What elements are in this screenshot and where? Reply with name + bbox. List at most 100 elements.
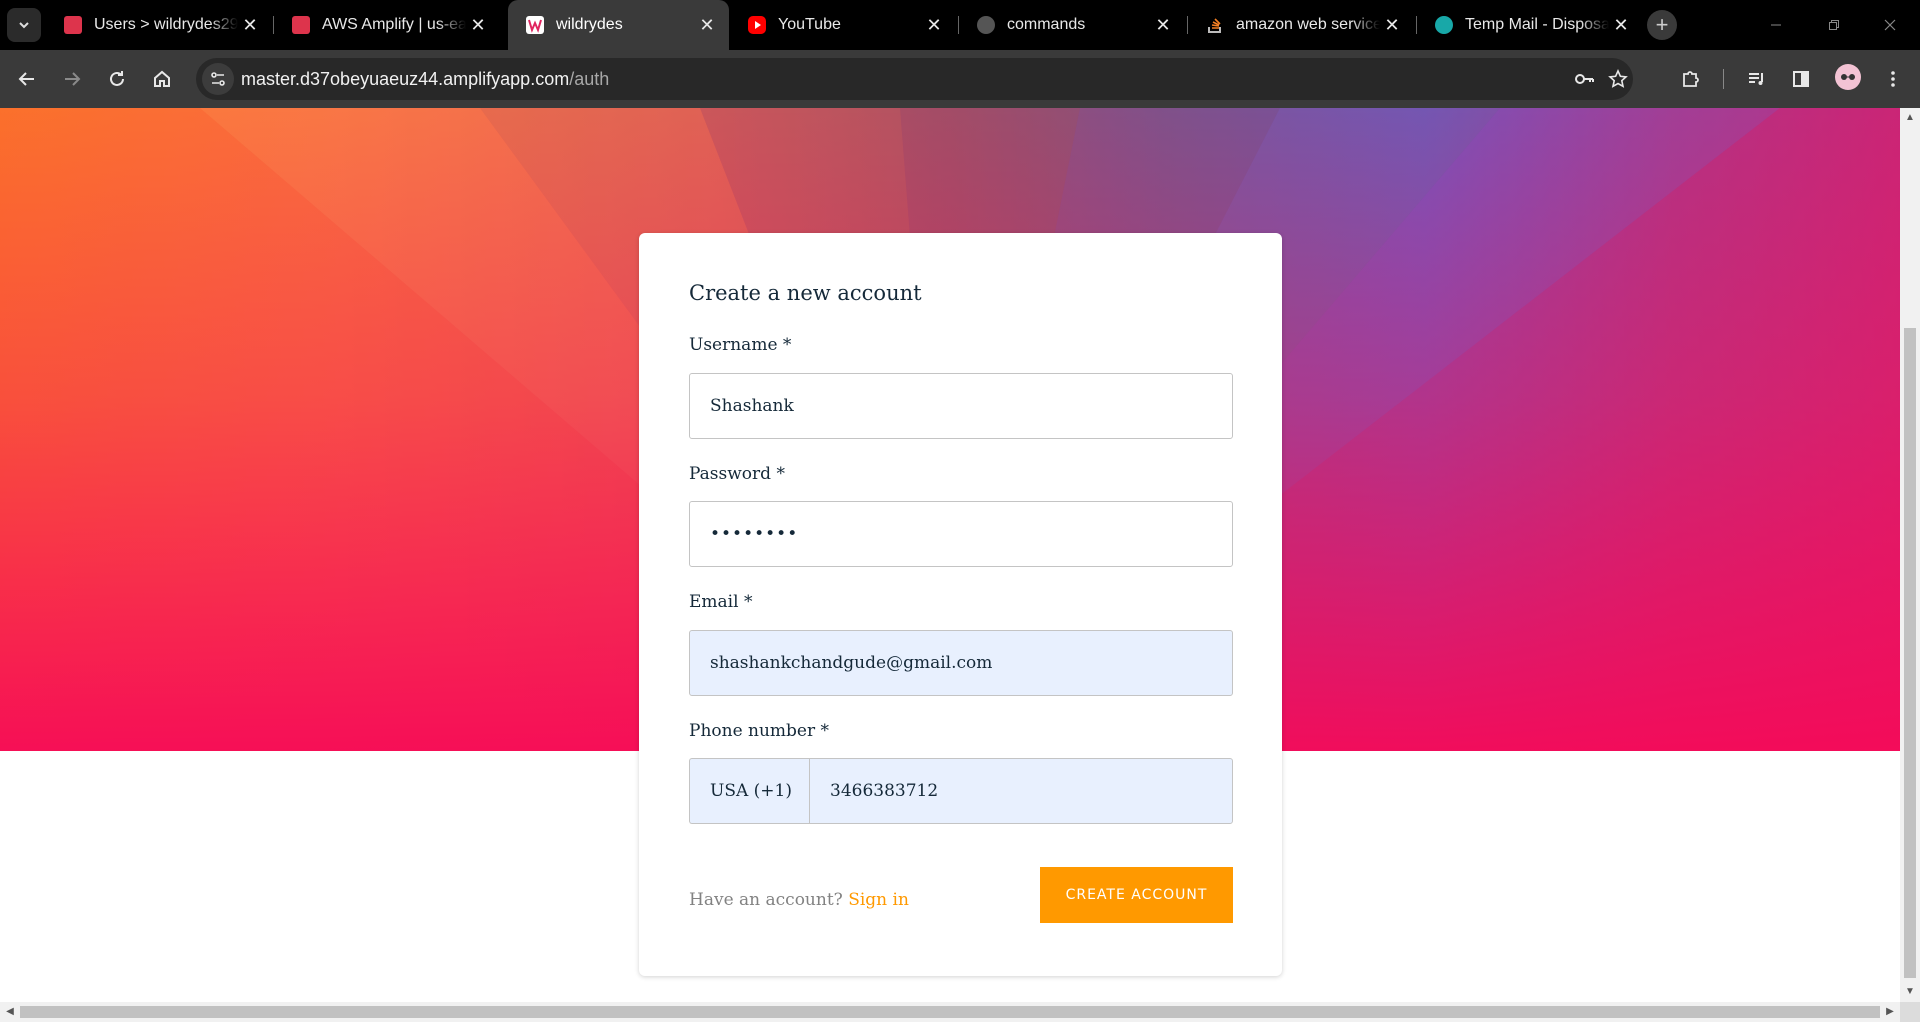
scroll-right-icon[interactable]: ▶ xyxy=(1884,1006,1896,1018)
horizontal-scroll-thumb[interactable] xyxy=(20,1006,1880,1018)
minimize-button[interactable] xyxy=(1748,0,1804,50)
side-panel-button[interactable] xyxy=(1784,62,1818,96)
tab-title: amazon web services xyxy=(1236,16,1380,33)
site-info-button[interactable] xyxy=(202,63,234,95)
plus-icon: + xyxy=(1655,12,1669,37)
close-icon[interactable]: ✕ xyxy=(1609,13,1633,37)
email-input[interactable]: shashankchandgude@gmail.com xyxy=(689,630,1233,696)
tab-amazon-web-services[interactable]: amazon web services ✕ xyxy=(1188,0,1414,50)
signup-card: Create a new account Username * Shashank… xyxy=(639,233,1282,976)
tab-users-cognito[interactable]: Users > wildrydes29f ✕ xyxy=(46,0,272,50)
tab-title: AWS Amplify | us-eas xyxy=(322,16,466,33)
reload-icon xyxy=(110,71,124,86)
horizontal-scrollbar[interactable]: ◀ ▶ xyxy=(0,1002,1900,1022)
tab-title: YouTube xyxy=(778,16,841,33)
dial-code-value: USA (+1) xyxy=(710,781,792,801)
restore-button[interactable] xyxy=(1806,0,1862,50)
home-button[interactable] xyxy=(145,62,179,96)
username-input[interactable]: Shashank xyxy=(689,373,1233,439)
github-icon xyxy=(977,16,995,34)
aws-amplify-icon xyxy=(292,16,310,34)
password-key-button[interactable] xyxy=(1568,63,1600,95)
phone-input[interactable]: 3466383712 xyxy=(809,758,1233,824)
dial-code-select[interactable]: USA (+1) xyxy=(689,758,809,824)
puzzle-icon xyxy=(1683,71,1699,87)
tab-search-button[interactable] xyxy=(7,8,41,42)
close-window-icon xyxy=(1884,19,1896,31)
tab-title: wildrydes xyxy=(556,16,623,33)
vertical-scroll-thumb[interactable] xyxy=(1904,328,1916,978)
phone-field-group: USA (+1) 3466383712 xyxy=(689,758,1233,824)
url-path: /auth xyxy=(569,69,610,89)
more-vertical-icon xyxy=(1891,71,1895,87)
scroll-up-icon[interactable]: ▲ xyxy=(1904,112,1916,124)
bookmark-button[interactable] xyxy=(1602,63,1634,95)
scroll-down-icon[interactable]: ▼ xyxy=(1904,986,1916,998)
music-queue-icon xyxy=(1749,73,1763,85)
back-button[interactable] xyxy=(10,62,44,96)
media-control-button[interactable] xyxy=(1740,62,1774,96)
tab-aws-amplify[interactable]: AWS Amplify | us-eas ✕ xyxy=(274,0,500,50)
sunglasses-avatar-icon xyxy=(1841,74,1855,80)
home-icon xyxy=(154,70,170,87)
aws-cognito-icon xyxy=(64,16,82,34)
tab-title: commands xyxy=(1007,16,1086,33)
forward-button[interactable] xyxy=(55,62,89,96)
create-account-button[interactable]: CREATE ACCOUNT xyxy=(1040,867,1233,923)
password-input[interactable]: •••••••• xyxy=(689,501,1233,567)
close-icon[interactable]: ✕ xyxy=(1151,13,1175,37)
page-viewport: Create a new account Username * Shashank… xyxy=(0,108,1900,1002)
star-icon xyxy=(1608,69,1628,88)
tab-temp-mail[interactable]: Temp Mail - Disposal ✕ xyxy=(1417,0,1643,50)
browser-toolbar: master.d37obeyuaeuz44.amplifyapp.com/aut… xyxy=(0,50,1920,108)
new-tab-button[interactable]: + xyxy=(1647,10,1677,40)
tab-commands-github[interactable]: commands ✕ xyxy=(959,0,1185,50)
key-icon xyxy=(1575,74,1594,84)
scroll-corner xyxy=(1900,1002,1920,1022)
side-panel-icon xyxy=(1793,71,1809,87)
reload-button[interactable] xyxy=(100,62,134,96)
close-icon[interactable]: ✕ xyxy=(1380,13,1404,37)
form-title: Create a new account xyxy=(689,281,922,305)
extensions-button[interactable] xyxy=(1674,62,1708,96)
username-value: Shashank xyxy=(710,396,794,416)
email-label: Email * xyxy=(689,592,753,612)
arrow-left-icon xyxy=(18,72,34,86)
url-host: master.d37obeyuaeuz44.amplifyapp.com xyxy=(241,69,570,89)
url-text: master.d37obeyuaeuz44.amplifyapp.com/aut… xyxy=(241,69,609,90)
tune-icon xyxy=(211,72,225,86)
restore-icon xyxy=(1829,20,1839,30)
password-label: Password * xyxy=(689,464,785,484)
address-bar[interactable]: master.d37obeyuaeuz44.amplifyapp.com/aut… xyxy=(196,58,1633,100)
tab-title: Temp Mail - Disposal xyxy=(1465,16,1609,33)
scroll-left-icon[interactable]: ◀ xyxy=(4,1006,16,1018)
profile-avatar[interactable] xyxy=(1835,64,1861,90)
close-icon[interactable]: ✕ xyxy=(922,13,946,37)
toolbar-divider xyxy=(1723,69,1724,89)
tab-wildrydes[interactable]: wildrydes ✕ xyxy=(508,0,729,50)
close-icon[interactable]: ✕ xyxy=(238,13,262,37)
close-icon[interactable]: ✕ xyxy=(466,13,490,37)
stackoverflow-icon xyxy=(1206,16,1224,34)
arrow-right-icon xyxy=(65,72,81,86)
minimize-icon xyxy=(1771,24,1781,26)
vertical-scrollbar[interactable]: ▲ ▼ xyxy=(1900,108,1920,1002)
chevron-down-icon xyxy=(19,22,29,29)
tab-youtube[interactable]: YouTube ✕ xyxy=(730,0,956,50)
tab-title: Users > wildrydes29f xyxy=(94,16,238,33)
phone-value: 3466383712 xyxy=(830,781,939,801)
username-label: Username * xyxy=(689,335,792,355)
tab-strip: Users > wildrydes29f ✕ AWS Amplify | us-… xyxy=(0,0,1920,50)
phone-label: Phone number * xyxy=(689,721,830,741)
browser-menu-button[interactable] xyxy=(1876,62,1910,96)
tempmail-icon xyxy=(1435,16,1453,34)
youtube-icon xyxy=(748,16,766,34)
email-value: shashankchandgude@gmail.com xyxy=(710,653,993,673)
password-value: •••••••• xyxy=(710,524,799,544)
close-icon[interactable]: ✕ xyxy=(695,13,719,37)
have-account-row: Have an account? Sign in xyxy=(689,890,909,910)
close-window-button[interactable] xyxy=(1862,0,1918,50)
sign-in-link[interactable]: Sign in xyxy=(848,890,909,910)
wildrydes-icon xyxy=(526,16,544,34)
have-account-text: Have an account? xyxy=(689,890,843,910)
